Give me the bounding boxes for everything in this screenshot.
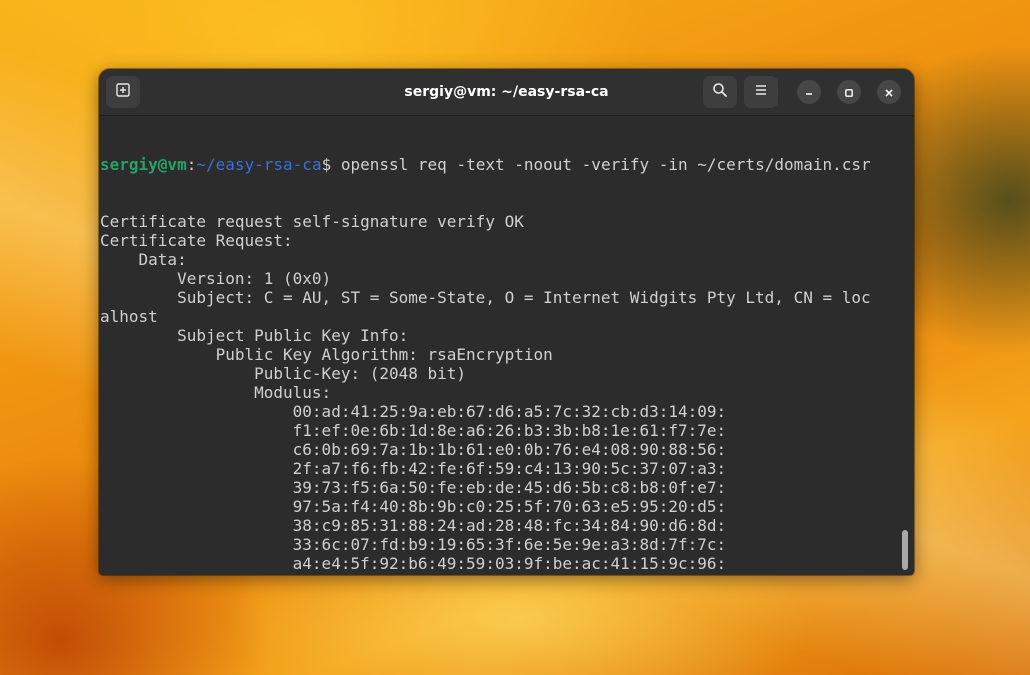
window-title: sergiy@vm: ~/easy-rsa-ca [404, 84, 609, 100]
maximize-icon [844, 83, 854, 102]
new-tab-button[interactable] [106, 76, 140, 108]
terminal-window[interactable]: sergiy@vm: ~/easy-rsa-ca sergiy@vm:~/eas… [99, 69, 914, 575]
output-line: 97:5a:f4:40:8b:9b:c0:25:5f:70:63:e5:95:2… [100, 497, 727, 516]
output-line: Subject Public Key Info: [100, 326, 409, 345]
output-line: Certificate Request: [100, 231, 293, 250]
title-bar[interactable]: sergiy@vm: ~/easy-rsa-ca [99, 69, 914, 116]
new-tab-icon [115, 82, 131, 102]
output-line: Subject: C = AU, ST = Some-State, O = In… [100, 288, 871, 307]
prompt-path: ~/easy-rsa-ca [196, 155, 322, 174]
output-line: Modulus: [100, 383, 332, 402]
terminal-scrollbar[interactable] [902, 530, 908, 570]
output-line: alhost [100, 307, 158, 326]
output-line: Public-Key: (2048 bit) [100, 364, 467, 383]
output-line: 2f:a7:f6:fb:42:fe:6f:59:c4:13:90:5c:37:0… [100, 459, 727, 478]
close-button[interactable] [877, 80, 901, 104]
prompt-symbol: $ [321, 155, 332, 174]
command-line: sergiy@vm:~/easy-rsa-ca$ openssl req -te… [100, 155, 871, 174]
minimize-icon [804, 83, 814, 102]
terminal-output-area[interactable]: sergiy@vm:~/easy-rsa-ca$ openssl req -te… [99, 116, 914, 575]
output-line: Certificate request self-signature verif… [100, 212, 524, 231]
output-line: c6:0b:69:7a:1b:1b:61:e0:0b:76:e4:08:90:8… [100, 440, 727, 459]
output-line: Public Key Algorithm: rsaEncryption [100, 345, 553, 364]
output-line: 38:c9:85:31:88:24:ad:28:48:fc:34:84:90:d… [100, 516, 727, 535]
output-line: 0c:6a:15:c5:ed:53:96:a8:2f:ad:b2:ff:4a:6… [100, 573, 871, 575]
output-line: 39:73:f5:6a:50:fe:eb:de:45:d6:5b:c8:b8:0… [100, 478, 727, 497]
output-line: 00:ad:41:25:9a:eb:67:d6:a5:7c:32:cb:d3:1… [100, 402, 727, 421]
command-text: openssl req -text -noout -verify -in ~/c… [331, 155, 871, 174]
search-icon [712, 82, 728, 102]
hamburger-menu-icon [753, 82, 769, 102]
close-icon [884, 83, 894, 102]
output-line: Version: 1 (0x0) [100, 269, 332, 288]
main-menu-button[interactable] [744, 76, 778, 108]
maximize-button[interactable] [837, 80, 861, 104]
prompt-separator: : [186, 155, 197, 174]
terminal-lines: sergiy@vm:~/easy-rsa-ca$ openssl req -te… [100, 117, 871, 575]
output-line: 33:6c:07:fd:b9:19:65:3f:6e:5e:9e:a3:8d:7… [100, 535, 727, 554]
search-button[interactable] [703, 76, 737, 108]
output-line: a4:e4:5f:92:b6:49:59:03:9f:be:ac:41:15:9… [100, 554, 727, 573]
output-line: Data: [100, 250, 187, 269]
prompt-user: sergiy@vm [100, 155, 187, 174]
minimize-button[interactable] [797, 80, 821, 104]
output-line: f1:ef:0e:6b:1d:8e:a6:26:b3:3b:b8:1e:61:f… [100, 421, 727, 440]
